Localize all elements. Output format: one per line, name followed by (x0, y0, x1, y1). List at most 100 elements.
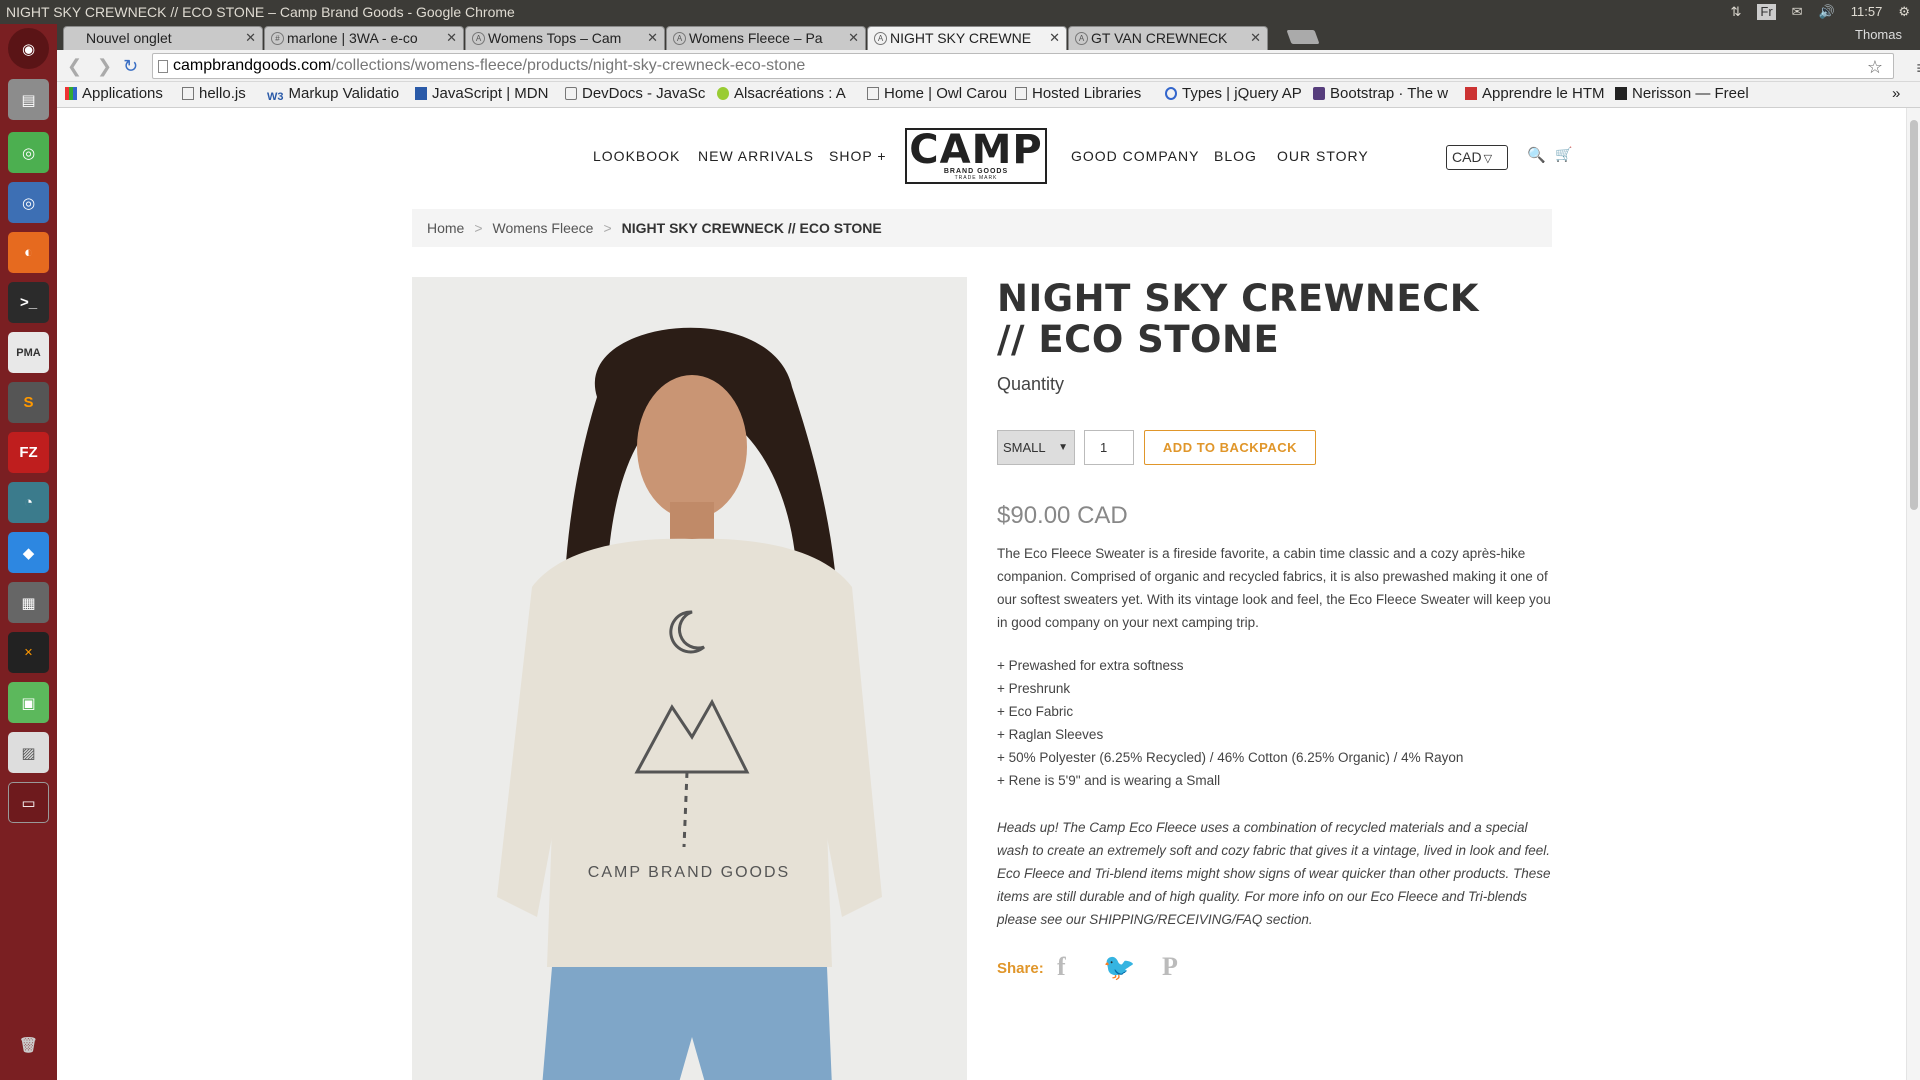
bookmark-nerisson[interactable]: Nerisson — Freel (1615, 82, 1749, 106)
breadcrumb-home[interactable]: Home (427, 220, 464, 236)
tab-label: marlone | 3WA - e-co (287, 30, 418, 46)
feature-item: + Prewashed for extra softness (997, 658, 1184, 673)
dropbox-icon[interactable]: ◆ (8, 532, 49, 573)
close-tab-icon[interactable]: ✕ (848, 27, 859, 49)
forward-arrow-icon[interactable]: ❯ (97, 56, 112, 77)
tab-nouvel-onglet[interactable]: Nouvel onglet ✕ (63, 26, 263, 50)
quantity-input[interactable]: 1 (1084, 430, 1134, 465)
bookmark-markup-validation[interactable]: W3 Markup Validatio (267, 82, 399, 106)
chrome-menu-icon[interactable]: ≡ (1916, 56, 1920, 80)
tab-womens-tops[interactable]: A Womens Tops – Cam ✕ (465, 26, 665, 50)
close-tab-icon[interactable]: ✕ (446, 27, 457, 49)
tab-label: Womens Tops – Cam (488, 30, 622, 46)
chrome-icon[interactable]: ◎ (8, 132, 49, 173)
terminal-icon[interactable]: >_ (8, 282, 49, 323)
bookmark-mdn[interactable]: JavaScript | MDN (415, 82, 548, 106)
clock[interactable]: 11:57 (1851, 0, 1883, 24)
size-select[interactable]: SMALL ▼ (997, 430, 1075, 465)
ubuntu-dash-icon[interactable]: ◉ (8, 28, 49, 69)
cart-icon[interactable]: 🛒 (1555, 146, 1572, 163)
image-viewer-icon[interactable]: ▨ (8, 732, 49, 773)
mdn-icon (415, 87, 427, 100)
openclassrooms-icon (1465, 87, 1477, 100)
tab-marlone[interactable]: # marlone | 3WA - e-co ✕ (264, 26, 464, 50)
logo-tm: TRADE MARK (954, 175, 998, 181)
nav-new-arrivals[interactable]: NEW ARRIVALS (698, 148, 814, 164)
tab-label: NIGHT SKY CREWNE (890, 30, 1032, 46)
network-manager-icon[interactable]: ◔ (8, 482, 49, 523)
bookmark-alsacreations[interactable]: Alsacréations : A (717, 82, 846, 106)
scrollbar-thumb[interactable] (1910, 120, 1918, 510)
browser-toolbar: ❮ ❯ ↻ campbrandgoods.com/collections/wom… (57, 50, 1920, 82)
nav-our-story[interactable]: OUR STORY (1277, 148, 1369, 164)
cube-app-icon[interactable]: ▣ (8, 682, 49, 723)
address-bar[interactable]: campbrandgoods.com/collections/womens-fl… (152, 53, 1920, 79)
keyboard-layout[interactable]: Fr (1757, 4, 1776, 20)
feature-item: + Eco Fabric (997, 704, 1074, 719)
chevron-down-icon: ▽ (1483, 153, 1493, 165)
system-tray: ⇅ Fr ✉ 🔊 11:57 ⚙ (1730, 0, 1910, 24)
nav-good-company[interactable]: GOOD COMPANY (1071, 148, 1199, 164)
hash-icon: # (271, 32, 284, 45)
breadcrumb-collection[interactable]: Womens Fleece (493, 220, 594, 236)
camp-logo[interactable]: CAMP BRAND GOODS TRADE MARK (905, 128, 1047, 184)
network-icon[interactable]: ⇅ (1730, 0, 1741, 24)
volume-icon[interactable]: 🔊 (1819, 0, 1835, 24)
bookmark-jquery-api[interactable]: Types | jQuery AP (1165, 82, 1302, 106)
close-tab-icon[interactable]: ✕ (1049, 27, 1060, 49)
tab-night-sky-crewneck[interactable]: A NIGHT SKY CREWNE ✕ (867, 26, 1067, 50)
chat-icon[interactable]: ✕ (8, 632, 49, 673)
site-favicon-icon: A (874, 32, 887, 45)
pinterest-icon[interactable]: P (1162, 952, 1178, 982)
bookmark-owl-carousel[interactable]: Home | Owl Carou (867, 82, 1007, 106)
mail-icon[interactable]: ✉ (1792, 0, 1803, 24)
close-tab-icon[interactable]: ✕ (647, 27, 658, 49)
chromium-icon[interactable]: ◎ (8, 182, 49, 223)
profile-name[interactable]: Thomas (1855, 27, 1902, 42)
firefox-icon[interactable]: ◐ (8, 232, 49, 273)
product-image[interactable]: CAMP BRAND GOODS (412, 277, 967, 1080)
filezilla-icon[interactable]: FZ (8, 432, 49, 473)
tab-womens-fleece[interactable]: A Womens Fleece – Pa ✕ (666, 26, 866, 50)
twitter-icon[interactable]: 🐦 (1103, 952, 1135, 983)
url-path: /collections/womens-fleece/products/nigh… (331, 57, 806, 74)
share-label: Share: (997, 960, 1044, 977)
bookmark-bootstrap[interactable]: Bootstrap · The w (1313, 82, 1448, 106)
url-domain: campbrandgoods.com (173, 57, 332, 74)
more-bookmarks-icon[interactable]: » (1892, 82, 1900, 106)
search-icon[interactable]: 🔍 (1527, 146, 1546, 164)
new-tab-button[interactable] (1286, 30, 1320, 44)
add-to-backpack-button[interactable]: ADD TO BACKPACK (1144, 430, 1316, 465)
workspaces-icon[interactable]: ▭ (8, 782, 49, 823)
close-tab-icon[interactable]: ✕ (245, 27, 256, 49)
files-icon[interactable]: ▤ (8, 79, 49, 120)
bookmark-hellojs[interactable]: hello.js (182, 82, 246, 106)
nav-lookbook[interactable]: LOOKBOOK (593, 148, 680, 164)
phpmyadmin-icon[interactable]: PMA (8, 332, 49, 373)
dropdown-arrow-icon: ▼ (1058, 442, 1068, 453)
site-favicon-icon: A (673, 32, 686, 45)
settings-gear-icon[interactable]: ⚙ (1898, 0, 1910, 24)
currency-selector[interactable]: CAD ▽ (1446, 145, 1508, 170)
size-value: SMALL (1003, 440, 1046, 455)
nerisson-icon (1615, 87, 1627, 100)
nav-blog[interactable]: BLOG (1214, 148, 1257, 164)
sublime-text-icon[interactable]: S (8, 382, 49, 423)
bookmark-apprendre-html[interactable]: Apprendre le HTM (1465, 82, 1605, 106)
trash-icon[interactable]: 🗑 (8, 1024, 49, 1065)
close-tab-icon[interactable]: ✕ (1250, 27, 1261, 49)
quantity-label: Quantity (997, 374, 1065, 394)
bookmark-applications[interactable]: Applications (65, 82, 163, 106)
back-arrow-icon[interactable]: ❮ (67, 56, 82, 77)
reload-icon[interactable]: ↻ (123, 56, 138, 77)
nav-shop[interactable]: SHOP + (829, 148, 887, 164)
calculator-icon[interactable]: ▦ (8, 582, 49, 623)
feature-list: + Prewashed for extra softness + Preshru… (997, 654, 1557, 792)
facebook-icon[interactable]: f (1057, 952, 1066, 982)
bookmark-star-icon[interactable]: ☆ (1867, 55, 1883, 79)
tab-gt-van-crewneck[interactable]: A GT VAN CREWNECK ✕ (1068, 26, 1268, 50)
bookmark-devdocs[interactable]: DevDocs - JavaSc (565, 82, 705, 106)
breadcrumb-separator: > (603, 220, 612, 236)
bookmark-hosted-libraries[interactable]: Hosted Libraries (1015, 82, 1141, 106)
page-scrollbar[interactable] (1906, 108, 1920, 1080)
